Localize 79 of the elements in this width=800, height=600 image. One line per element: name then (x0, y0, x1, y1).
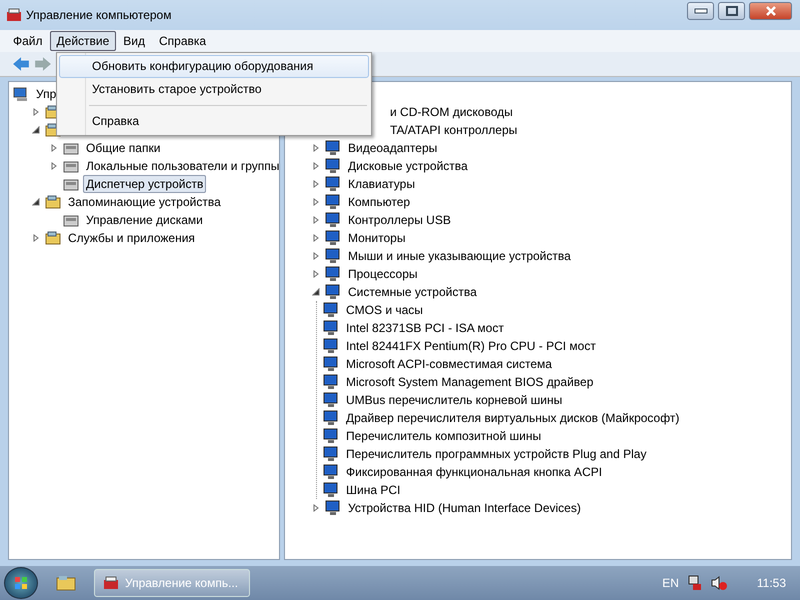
monitor-icon (325, 140, 341, 156)
tree-item[interactable]: Запоминающие устройства (65, 193, 224, 211)
window-title: Управление компьютером (26, 8, 172, 22)
tree-item[interactable]: Устройства HID (Human Interface Devices) (345, 499, 584, 517)
tree-item[interactable]: Компьютер (345, 193, 414, 211)
monitor-icon (325, 230, 341, 246)
folder-icon (45, 230, 61, 246)
tree-item[interactable]: Клавиатуры (345, 175, 418, 193)
tree-item[interactable]: Диспетчер устройств (83, 175, 206, 193)
menu-item[interactable]: Справка (152, 31, 214, 51)
app-icon (103, 575, 119, 591)
monitor-icon (325, 158, 341, 174)
maximize-icon (726, 6, 738, 16)
tree-item[interactable]: Системные устройства (345, 283, 480, 301)
tree-item[interactable]: Шина PCI (343, 481, 404, 499)
tree-item[interactable]: Процессоры (345, 265, 420, 283)
menu-item[interactable]: Действие (50, 31, 116, 51)
tree-item[interactable]: Мониторы (345, 229, 408, 247)
monitor-icon (323, 356, 339, 372)
monitor-icon (325, 194, 341, 210)
monitor-icon (325, 176, 341, 192)
monitor-icon (323, 392, 339, 408)
monitor-icon (325, 500, 341, 516)
tree-item[interactable]: Драйвер перечислителя виртуальных дисков (Майкрософт) (343, 409, 682, 427)
tree-item[interactable]: Упр (33, 85, 60, 103)
tree-item[interactable]: Видеоадаптеры (345, 139, 440, 157)
menu-item[interactable]: Файл (6, 31, 50, 51)
tree-item[interactable]: Дисковые устройства (345, 157, 471, 175)
monitor-icon (323, 410, 339, 426)
menu-entry[interactable]: Установить старое устройство (59, 78, 369, 101)
monitor-icon (323, 464, 339, 480)
tree-item[interactable]: Общие папки (83, 139, 164, 157)
monitor-icon (325, 284, 341, 300)
tree-item[interactable]: Intel 82441FX Pentium(R) Pro CPU - PCI мост (343, 337, 599, 355)
folder-icon[interactable] (56, 575, 76, 591)
back-arrow-icon[interactable] (12, 55, 30, 73)
tree-item[interactable]: CMOS и часы (343, 301, 426, 319)
tree-item[interactable]: Локальные пользователи и группы (83, 157, 279, 175)
expander-icon[interactable] (32, 126, 40, 134)
computer-icon (13, 86, 29, 102)
tree-item[interactable]: Мыши и иные указывающие устройства (345, 247, 574, 265)
monitor-icon (323, 446, 339, 462)
maximize-button[interactable] (718, 2, 745, 20)
monitor-icon (325, 266, 341, 282)
monitor-icon (325, 248, 341, 264)
tree-item[interactable]: Контроллеры USB (345, 211, 454, 229)
monitor-icon (323, 482, 339, 498)
tree-item[interactable]: Microsoft System Management BIOS драйвер (343, 373, 596, 391)
tree-item[interactable]: TA/ATAPI контроллеры (387, 121, 520, 139)
tree-item[interactable]: Перечислитель программных устройств Plug and Play (343, 445, 650, 463)
folder-icon (45, 194, 61, 210)
minimize-icon (694, 8, 708, 14)
network-icon[interactable] (686, 575, 703, 591)
tree-item[interactable]: Перечислитель композитной шины (343, 427, 544, 445)
monitor-icon (323, 320, 339, 336)
tree-item[interactable]: Фиксированная функциональная кнопка ACPI (343, 463, 606, 481)
expander-icon[interactable] (312, 288, 320, 296)
menu-item[interactable]: Вид (116, 31, 152, 51)
tree-item[interactable]: Управление дисками (83, 211, 206, 229)
app-icon (6, 7, 22, 23)
tree-item[interactable]: Microsoft ACPI-совместимая система (343, 355, 555, 373)
monitor-icon (325, 212, 341, 228)
start-button[interactable] (4, 567, 38, 599)
menu-entry[interactable]: Справка (59, 110, 369, 133)
minimize-button[interactable] (687, 2, 714, 20)
monitor-icon (323, 428, 339, 444)
tree-item[interactable]: Службы и приложения (65, 229, 198, 247)
windows-logo-icon (13, 575, 29, 591)
menu-entry[interactable]: Обновить конфигурацию оборудования (59, 55, 369, 78)
monitor-icon (323, 338, 339, 354)
close-icon (764, 6, 776, 16)
monitor-icon (323, 302, 339, 318)
expander-icon[interactable] (32, 198, 40, 206)
muted-speaker-icon[interactable] (710, 575, 727, 591)
tree-item[interactable]: и CD-ROM дисководы (387, 103, 516, 121)
close-button[interactable] (749, 2, 792, 20)
tree-item[interactable]: Intel 82371SB PCI - ISA мост (343, 319, 507, 337)
monitor-icon (323, 374, 339, 390)
tree-item[interactable]: UMBus перечислитель корневой шины (343, 391, 566, 409)
